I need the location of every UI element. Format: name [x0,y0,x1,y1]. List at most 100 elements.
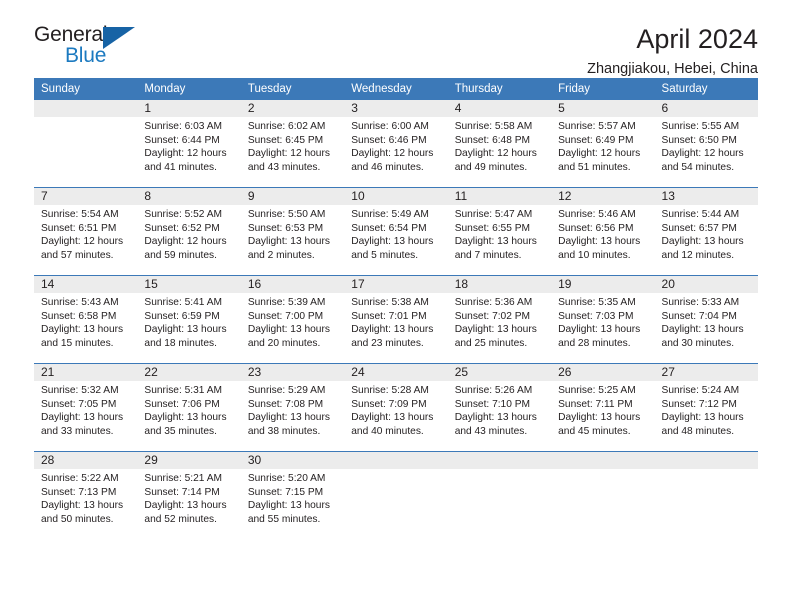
sunset-text: Sunset: 7:14 PM [144,486,220,498]
calendar-day-cell[interactable]: 5 Sunrise: 5:57 AM Sunset: 6:49 PM Daylight… [551,100,655,188]
calendar-day-cell[interactable]: 13 Sunrise: 5:44 AM Sunset: 6:57 PM Dayligh… [654,187,758,276]
day-number: 17 [344,276,448,293]
daylight-text-line2: and 43 minutes. [454,425,528,437]
sunset-text: Sunset: 6:51 PM [41,222,117,234]
calendar-day-cell[interactable]: 7 Sunrise: 5:54 AM Sunset: 6:51 PM Daylight… [34,187,138,276]
calendar-day-cell[interactable]: 18 Sunrise: 5:36 AM Sunset: 7:02 PM Dayligh… [447,275,552,364]
day-number: 4 [447,100,552,117]
calendar-day-cell[interactable]: 24 Sunrise: 5:28 AM Sunset: 7:09 PM Dayligh… [344,363,448,452]
weekday-header-thursday: Thursday [447,78,552,100]
calendar-day-cell[interactable]: 10 Sunrise: 5:49 AM Sunset: 6:54 PM Dayligh… [344,187,448,276]
generalblue-logo[interactable]: General Blue [34,24,154,70]
daylight-text-line1: Daylight: 13 hours [144,412,227,424]
daylight-text-line2: and 38 minutes. [247,425,321,437]
sunrise-text: Sunrise: 5:44 AM [661,209,740,220]
sunset-text: Sunset: 6:46 PM [351,134,427,146]
calendar-day-cell[interactable]: 9 Sunrise: 5:50 AM Sunset: 6:53 PM Daylight… [240,187,345,276]
calendar-day-cell[interactable]: 17 Sunrise: 5:38 AM Sunset: 7:01 PM Dayligh… [344,275,448,364]
calendar-day-cell[interactable]: 28 Sunrise: 5:22 AM Sunset: 7:13 PM Dayligh… [34,451,138,539]
calendar-day-cell-empty [447,451,552,539]
weekday-header-wednesday: Wednesday [344,78,448,100]
day-details: Sunrise: 5:28 AM Sunset: 7:09 PM Daylight:… [344,381,447,438]
day-number: 13 [654,188,758,205]
calendar-day-cell[interactable]: 6 Sunrise: 5:55 AM Sunset: 6:50 PM Daylight… [654,100,758,188]
day-number: 2 [240,100,345,117]
calendar-day-cell[interactable]: 21 Sunrise: 5:32 AM Sunset: 7:05 PM Dayligh… [34,363,138,452]
daylight-text-line2: and 28 minutes. [558,337,631,349]
sunrise-text: Sunrise: 5:24 AM [661,385,740,396]
sunset-text: Sunset: 7:02 PM [454,310,531,322]
logo-secondary-text: Blue [65,44,107,67]
daylight-text-line2: and 49 minutes. [454,161,528,173]
sunrise-text: Sunrise: 5:43 AM [41,297,119,308]
daylight-text-line2: and 18 minutes. [144,337,217,349]
calendar-day-cell[interactable]: 2 Sunrise: 6:02 AM Sunset: 6:45 PM Daylight… [240,100,345,188]
calendar-day-cell[interactable]: 15 Sunrise: 5:41 AM Sunset: 6:59 PM Dayligh… [137,275,241,364]
sunset-text: Sunset: 6:55 PM [454,222,531,234]
sunset-text: Sunset: 7:09 PM [351,398,427,410]
calendar-day-cell[interactable]: 16 Sunrise: 5:39 AM Sunset: 7:00 PM Dayligh… [240,275,345,364]
sunrise-text: Sunrise: 5:20 AM [247,473,326,484]
calendar-day-cell[interactable]: 19 Sunrise: 5:35 AM Sunset: 7:03 PM Dayligh… [551,275,655,364]
day-details: Sunrise: 5:52 AM Sunset: 6:52 PM Daylight:… [137,205,240,262]
day-number: 20 [654,276,758,293]
day-number: 7 [34,188,138,205]
calendar-day-cell[interactable]: 8 Sunrise: 5:52 AM Sunset: 6:52 PM Daylight… [137,187,241,276]
sunset-text: Sunset: 7:00 PM [247,310,324,322]
calendar-day-cell[interactable]: 23 Sunrise: 5:29 AM Sunset: 7:08 PM Dayligh… [240,363,345,452]
daylight-text-line1: Daylight: 13 hours [41,412,124,424]
daylight-text-line1: Daylight: 13 hours [558,412,641,424]
daylight-text-line1: Daylight: 12 hours [144,148,227,160]
day-number: 18 [447,276,552,293]
day-details: Sunrise: 5:35 AM Sunset: 7:03 PM Daylight:… [551,293,654,350]
day-details: Sunrise: 5:20 AM Sunset: 7:15 PM Daylight:… [241,469,344,526]
calendar-day-cell[interactable]: 20 Sunrise: 5:33 AM Sunset: 7:04 PM Dayligh… [654,275,758,364]
calendar-week-row: 1 Sunrise: 6:03 AM Sunset: 6:44 PM Daylight… [34,100,758,188]
day-details: Sunrise: 5:39 AM Sunset: 7:00 PM Daylight:… [241,293,344,350]
day-number: 26 [551,364,655,381]
daylight-text-line2: and 43 minutes. [247,161,321,173]
daylight-text-line1: Daylight: 13 hours [454,236,537,248]
calendar-day-cell[interactable]: 4 Sunrise: 5:58 AM Sunset: 6:48 PM Daylight… [447,100,552,188]
sunset-text: Sunset: 7:01 PM [351,310,427,322]
sunset-text: Sunset: 6:45 PM [247,134,324,146]
calendar-day-cell[interactable]: 22 Sunrise: 5:31 AM Sunset: 7:06 PM Dayligh… [137,363,241,452]
daylight-text-line2: and 35 minutes. [144,425,217,437]
calendar-day-cell[interactable]: 29 Sunrise: 5:21 AM Sunset: 7:14 PM Dayligh… [137,451,241,539]
calendar-day-cell[interactable]: 25 Sunrise: 5:26 AM Sunset: 7:10 PM Dayligh… [447,363,552,452]
daylight-text-line1: Daylight: 13 hours [351,236,434,248]
logo-primary-text: General [34,23,108,46]
sunset-text: Sunset: 6:59 PM [144,310,220,322]
calendar-day-cell[interactable]: 27 Sunrise: 5:24 AM Sunset: 7:12 PM Dayligh… [654,363,758,452]
day-number: 28 [34,452,138,469]
daylight-text-line2: and 23 minutes. [351,337,424,349]
daylight-text-line2: and 50 minutes. [41,513,114,525]
calendar-day-cell[interactable]: 1 Sunrise: 6:03 AM Sunset: 6:44 PM Daylight… [137,100,241,188]
day-number: 11 [447,188,552,205]
calendar-week-row: 28 Sunrise: 5:22 AM Sunset: 7:13 PM Dayligh… [34,451,758,539]
day-number: 6 [654,100,758,117]
daylight-text-line1: Daylight: 13 hours [144,500,227,512]
calendar-week-row: 14 Sunrise: 5:43 AM Sunset: 6:58 PM Dayligh… [34,275,758,364]
calendar-day-cell[interactable]: 14 Sunrise: 5:43 AM Sunset: 6:58 PM Dayligh… [34,275,138,364]
calendar-day-cell[interactable]: 11 Sunrise: 5:47 AM Sunset: 6:55 PM Dayligh… [447,187,552,276]
weekday-header-saturday: Saturday [654,78,758,100]
calendar-day-cell[interactable]: 12 Sunrise: 5:46 AM Sunset: 6:56 PM Dayligh… [551,187,655,276]
calendar-week-row: 21 Sunrise: 5:32 AM Sunset: 7:05 PM Dayligh… [34,363,758,452]
sunrise-text: Sunrise: 6:02 AM [247,121,326,132]
weekday-header-sunday: Sunday [34,78,138,100]
calendar-day-cell[interactable]: 30 Sunrise: 5:20 AM Sunset: 7:15 PM Dayligh… [240,451,345,539]
day-number: 14 [34,276,138,293]
day-number: 15 [137,276,241,293]
day-number: 29 [137,452,241,469]
day-number [344,452,448,469]
daylight-text-line2: and 5 minutes. [351,249,419,261]
day-details: Sunrise: 5:44 AM Sunset: 6:57 PM Daylight:… [655,205,758,262]
sunrise-text: Sunrise: 6:00 AM [351,121,429,132]
day-details: Sunrise: 6:02 AM Sunset: 6:45 PM Daylight:… [241,117,344,174]
calendar-day-cell[interactable]: 3 Sunrise: 6:00 AM Sunset: 6:46 PM Daylight… [344,100,448,188]
sunrise-text: Sunrise: 5:22 AM [41,473,119,484]
calendar-day-cell[interactable]: 26 Sunrise: 5:25 AM Sunset: 7:11 PM Dayligh… [551,363,655,452]
sunrise-text: Sunrise: 5:32 AM [41,385,119,396]
sunrise-text: Sunrise: 5:38 AM [351,297,429,308]
